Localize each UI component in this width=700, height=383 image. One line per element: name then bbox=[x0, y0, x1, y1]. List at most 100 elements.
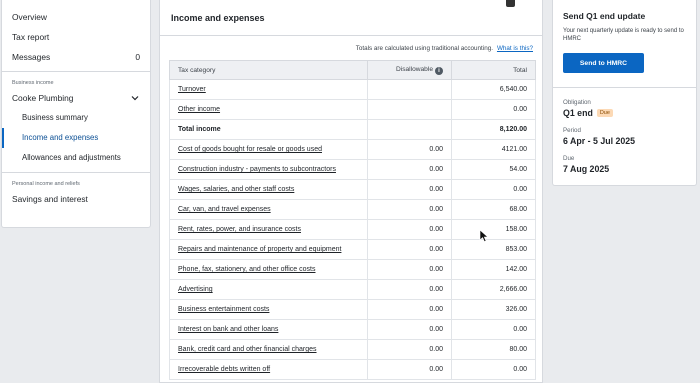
business-income-section-label: Business income bbox=[12, 80, 54, 86]
cell-tax-category[interactable]: Irrecoverable debts written off bbox=[169, 359, 368, 380]
obligation-details: Obligation Q1 end Due Period 6 Apr - 5 J… bbox=[553, 88, 696, 182]
cell-tax-category[interactable]: Car, van, and travel expenses bbox=[169, 199, 368, 220]
obligation-value: Q1 end bbox=[563, 108, 593, 118]
divider bbox=[2, 172, 150, 173]
header-tax-category: Tax category bbox=[169, 60, 368, 80]
cell-disallowable: 0.00 bbox=[367, 219, 452, 240]
cell-tax-category[interactable]: Business entertainment costs bbox=[169, 299, 368, 320]
business-name: Cooke Plumbing bbox=[12, 93, 74, 103]
obligation-value-row: Q1 end Due bbox=[563, 108, 686, 118]
tax-category-link[interactable]: Phone, fax, stationery, and other office… bbox=[178, 266, 316, 273]
tax-category-link[interactable]: Repairs and maintenance of property and … bbox=[178, 246, 341, 253]
nav-tax-report[interactable]: Tax report bbox=[2, 27, 150, 47]
info-icon[interactable]: i bbox=[435, 66, 443, 75]
table-row: Total income 8,120.00 bbox=[169, 119, 536, 140]
sidebar-item-label: Savings and interest bbox=[12, 194, 88, 204]
tax-category-link[interactable]: Irrecoverable debts written off bbox=[178, 366, 270, 373]
cell-disallowable: 0.00 bbox=[367, 139, 452, 160]
cell-total: 142.00 bbox=[451, 259, 536, 280]
due-label: Due bbox=[563, 155, 575, 162]
header-disallowable: Disallowable i bbox=[367, 60, 452, 80]
tax-category-link[interactable]: Rent, rates, power, and insurance costs bbox=[178, 226, 301, 233]
send-update-card: Send Q1 end update Your next quarterly u… bbox=[553, 0, 696, 88]
table-row: Irrecoverable debts written off 0.00 0.00 bbox=[169, 359, 536, 380]
table-header-row: Tax category Disallowable i Total bbox=[169, 60, 536, 80]
table-row: Construction industry - payments to subc… bbox=[169, 159, 536, 180]
send-update-title: Send Q1 end update bbox=[563, 11, 646, 21]
cell-total: 0.00 bbox=[451, 179, 536, 200]
sidebar: Overview Tax report Messages 0 Business … bbox=[1, 0, 151, 228]
cell-total: 853.00 bbox=[451, 239, 536, 260]
due-value: 7 Aug 2025 bbox=[563, 164, 610, 174]
cell-total: 80.00 bbox=[451, 339, 536, 360]
table-row: Other income 0.00 bbox=[169, 99, 536, 120]
cell-total: 2,666.00 bbox=[451, 279, 536, 300]
table-row: Wages, salaries, and other staff costs 0.… bbox=[169, 179, 536, 200]
what-is-this-link[interactable]: What is this? bbox=[497, 45, 533, 52]
cell-tax-category[interactable]: Turnover bbox=[169, 79, 368, 100]
period-value: 6 Apr - 5 Jul 2025 bbox=[563, 136, 636, 146]
nav-tax-report-label: Tax report bbox=[12, 32, 50, 42]
personal-income-section-label: Personal income and reliefs bbox=[12, 181, 80, 187]
cell-tax-category[interactable]: Other income bbox=[169, 99, 368, 120]
tax-category-link[interactable]: Turnover bbox=[178, 86, 206, 93]
cell-total: 158.00 bbox=[451, 219, 536, 240]
cell-disallowable: 0.00 bbox=[367, 319, 452, 340]
income-expenses-panel: Income and expenses Totals are calculate… bbox=[159, 0, 543, 383]
nav-messages-label: Messages bbox=[12, 52, 51, 62]
tax-category-link[interactable]: Other income bbox=[178, 106, 220, 113]
cell-disallowable: 0.00 bbox=[367, 279, 452, 300]
cell-tax-category[interactable]: Construction industry - payments to subc… bbox=[169, 159, 368, 180]
notice-text: Totals are calculated using traditional … bbox=[355, 44, 493, 52]
cell-total: 0.00 bbox=[451, 99, 536, 120]
tax-category-link[interactable]: Construction industry - payments to subc… bbox=[178, 166, 336, 173]
cell-disallowable: 0.00 bbox=[367, 299, 452, 320]
cell-disallowable: 0.00 bbox=[367, 239, 452, 260]
sidebar-item-business-summary[interactable]: Business summary bbox=[2, 108, 150, 128]
sidebar-item-allowances-and-adjustments[interactable]: Allowances and adjustments bbox=[2, 148, 150, 168]
cell-total: 0.00 bbox=[451, 359, 536, 380]
cell-tax-category[interactable]: Interest on bank and other loans bbox=[169, 319, 368, 340]
table-row: Bank, credit card and other financial ch… bbox=[169, 339, 536, 360]
tax-category-link[interactable]: Wages, salaries, and other staff costs bbox=[178, 186, 294, 193]
nav-overview[interactable]: Overview bbox=[2, 7, 150, 27]
cell-disallowable bbox=[367, 99, 452, 120]
cell-disallowable: 0.00 bbox=[367, 259, 452, 280]
table-row: Advertising 0.00 2,666.00 bbox=[169, 279, 536, 300]
cell-tax-category[interactable]: Advertising bbox=[169, 279, 368, 300]
send-to-hmrc-button[interactable]: Send to HMRC bbox=[563, 53, 644, 73]
chevron-down-icon bbox=[131, 96, 139, 101]
tax-category-link[interactable]: Business entertainment costs bbox=[178, 306, 269, 313]
cell-tax-category: Total income bbox=[169, 119, 368, 140]
sidebar-item-savings-and-interest[interactable]: Savings and interest bbox=[2, 189, 150, 209]
cell-disallowable: 0.00 bbox=[367, 159, 452, 180]
cell-disallowable: 0.00 bbox=[367, 179, 452, 200]
quarterly-update-panel: Send Q1 end update Your next quarterly u… bbox=[552, 0, 697, 186]
cell-tax-category[interactable]: Cost of goods bought for resale or goods… bbox=[169, 139, 368, 160]
cell-total: 0.00 bbox=[451, 319, 536, 340]
cell-tax-category[interactable]: Wages, salaries, and other staff costs bbox=[169, 179, 368, 200]
table-row: Turnover 6,540.00 bbox=[169, 79, 536, 100]
cell-tax-category[interactable]: Phone, fax, stationery, and other office… bbox=[169, 259, 368, 280]
tax-category-link[interactable]: Car, van, and travel expenses bbox=[178, 206, 271, 213]
tax-category-link[interactable]: Bank, credit card and other financial ch… bbox=[178, 346, 317, 353]
tax-category-link[interactable]: Advertising bbox=[178, 286, 213, 293]
nav-messages[interactable]: Messages 0 bbox=[2, 47, 150, 67]
income-expenses-table: Tax category Disallowable i Total Turnove… bbox=[169, 60, 536, 380]
nav-overview-label: Overview bbox=[12, 12, 47, 22]
cell-tax-category[interactable]: Bank, credit card and other financial ch… bbox=[169, 339, 368, 360]
tax-category-link[interactable]: Cost of goods bought for resale or goods… bbox=[178, 146, 322, 153]
sidebar-item-income-and-expenses[interactable]: Income and expenses bbox=[2, 128, 150, 148]
cell-total: 68.00 bbox=[451, 199, 536, 220]
business-group-toggle[interactable]: Cooke Plumbing bbox=[2, 88, 150, 108]
cell-tax-category[interactable]: Repairs and maintenance of property and … bbox=[169, 239, 368, 260]
cell-disallowable: 0.00 bbox=[367, 199, 452, 220]
cell-tax-category[interactable]: Rent, rates, power, and insurance costs bbox=[169, 219, 368, 240]
top-handle bbox=[506, 0, 515, 7]
cell-total: 8,120.00 bbox=[451, 119, 536, 140]
status-badge: Due bbox=[596, 109, 613, 117]
page-title: Income and expenses bbox=[160, 0, 542, 36]
cell-total: 54.00 bbox=[451, 159, 536, 180]
cell-total: 4121.00 bbox=[451, 139, 536, 160]
tax-category-link[interactable]: Interest on bank and other loans bbox=[178, 326, 278, 333]
